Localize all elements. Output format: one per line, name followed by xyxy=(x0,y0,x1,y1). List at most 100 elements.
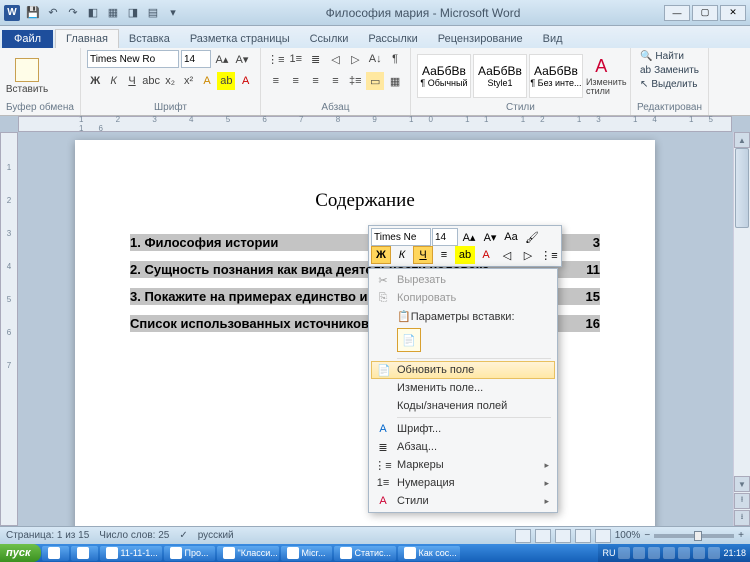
mini-indent-less-button[interactable]: ◁ xyxy=(497,246,517,264)
bold-button[interactable]: Ж xyxy=(87,72,103,90)
taskbar-item[interactable]: Статис... xyxy=(334,546,396,561)
paste-option-1[interactable]: 📄 xyxy=(397,328,421,352)
view-draft-button[interactable] xyxy=(595,529,611,543)
status-words[interactable]: Число слов: 25 xyxy=(99,530,169,541)
style-2[interactable]: АаБбВвStyle1 xyxy=(473,54,527,98)
line-spacing-button[interactable]: ‡≡ xyxy=(346,72,364,90)
menu-font[interactable]: AШрифт... xyxy=(371,420,555,438)
tray-clock[interactable]: 21:18 xyxy=(723,548,746,558)
style-3[interactable]: АаБбВв¶ Без инте... xyxy=(529,54,583,98)
taskbar-item[interactable]: Про... xyxy=(164,546,215,561)
taskbar-item[interactable]: "Класси... xyxy=(217,546,279,561)
tab-insert[interactable]: Вставка xyxy=(119,30,180,48)
increase-indent-button[interactable]: ▷ xyxy=(346,50,364,68)
menu-numbering[interactable]: 1≡Нумерация▸ xyxy=(371,474,555,492)
status-proofing-icon[interactable]: ✓ xyxy=(179,530,187,541)
zoom-level[interactable]: 100% xyxy=(615,530,641,541)
qat-btn-4[interactable]: ◧ xyxy=(84,4,102,22)
underline-button[interactable]: Ч xyxy=(124,72,140,90)
tab-view[interactable]: Вид xyxy=(533,30,573,48)
tray-icon[interactable] xyxy=(708,547,720,559)
scroll-up-button[interactable]: ▲ xyxy=(734,132,750,148)
mini-grow-button[interactable]: A▴ xyxy=(459,228,479,246)
next-page-button[interactable]: ⭳ xyxy=(734,510,750,526)
prev-page-button[interactable]: ⭱ xyxy=(734,493,750,509)
redo-button[interactable]: ↷ xyxy=(64,4,82,22)
zoom-slider[interactable] xyxy=(654,534,734,538)
mini-italic-button[interactable]: К xyxy=(392,246,412,264)
tab-layout[interactable]: Разметка страницы xyxy=(180,30,300,48)
tray-icon[interactable] xyxy=(663,547,675,559)
menu-cut[interactable]: ✂Вырезать xyxy=(371,271,555,289)
mini-shrink-button[interactable]: A▾ xyxy=(480,228,500,246)
mini-align-center-button[interactable]: ≡ xyxy=(434,246,454,264)
multilevel-button[interactable]: ≣ xyxy=(307,50,325,68)
align-left-button[interactable]: ≡ xyxy=(267,72,285,90)
qat-btn-6[interactable]: ◨ xyxy=(124,4,142,22)
mini-font-combo[interactable] xyxy=(371,228,431,246)
font-size-combo[interactable] xyxy=(181,50,211,68)
tray-icon[interactable] xyxy=(618,547,630,559)
align-center-button[interactable]: ≡ xyxy=(287,72,305,90)
close-button[interactable]: ✕ xyxy=(720,5,746,21)
menu-bullets[interactable]: ⋮≡Маркеры▸ xyxy=(371,456,555,474)
mini-font-color-button[interactable]: A xyxy=(476,246,496,264)
taskbar-item[interactable]: Мicr... xyxy=(281,546,332,561)
menu-copy[interactable]: ⎘Копировать xyxy=(371,289,555,307)
styles-gallery[interactable]: АаБбВв¶ Обычный АаБбВвStyle1 АаБбВв¶ Без… xyxy=(417,54,583,98)
undo-button[interactable]: ↶ xyxy=(44,4,62,22)
tab-home[interactable]: Главная xyxy=(55,29,119,48)
text-effects-button[interactable]: A xyxy=(199,72,215,90)
strike-button[interactable]: abc xyxy=(142,72,160,90)
paste-button[interactable]: Вставить xyxy=(6,58,48,95)
tab-file[interactable]: Файл xyxy=(2,30,53,48)
mini-bullets-button[interactable]: ⋮≡ xyxy=(539,246,559,264)
zoom-thumb[interactable] xyxy=(694,531,702,541)
taskbar-item[interactable]: 11-11-1... xyxy=(100,546,162,561)
save-button[interactable]: 💾 xyxy=(24,4,42,22)
find-button[interactable]: 🔍Найти xyxy=(637,50,702,63)
tab-review[interactable]: Рецензирование xyxy=(428,30,533,48)
menu-toggle-codes[interactable]: Коды/значения полей xyxy=(371,397,555,415)
borders-button[interactable]: ▦ xyxy=(386,72,404,90)
status-page[interactable]: Страница: 1 из 15 xyxy=(6,530,89,541)
italic-button[interactable]: К xyxy=(105,72,121,90)
decrease-indent-button[interactable]: ◁ xyxy=(327,50,345,68)
show-marks-button[interactable]: ¶ xyxy=(386,50,404,68)
mini-indent-more-button[interactable]: ▷ xyxy=(518,246,538,264)
grow-font-button[interactable]: A▴ xyxy=(213,50,231,68)
mini-highlight-button[interactable]: ab xyxy=(455,246,475,264)
tray-icon[interactable] xyxy=(678,547,690,559)
tray-icon[interactable] xyxy=(633,547,645,559)
menu-styles[interactable]: AСтили▸ xyxy=(371,492,555,510)
view-web-button[interactable] xyxy=(555,529,571,543)
tray-icon[interactable] xyxy=(648,547,660,559)
quick-launch-2[interactable] xyxy=(71,546,98,561)
qat-btn-5[interactable]: ▦ xyxy=(104,4,122,22)
mini-bold-button[interactable]: Ж xyxy=(371,246,391,264)
tab-references[interactable]: Ссылки xyxy=(300,30,359,48)
font-color-button[interactable]: A xyxy=(237,72,253,90)
taskbar-item[interactable]: Как сос... xyxy=(398,546,460,561)
tray-language[interactable]: RU xyxy=(602,548,615,558)
qat-btn-8[interactable]: ▾ xyxy=(164,4,182,22)
select-button[interactable]: ↖Выделить xyxy=(637,78,702,91)
bullets-button[interactable]: ⋮≡ xyxy=(267,50,285,68)
subscript-button[interactable]: x₂ xyxy=(162,72,178,90)
status-language[interactable]: русский xyxy=(198,530,234,541)
change-styles-button[interactable]: A Изменить стили xyxy=(586,56,627,96)
view-outline-button[interactable] xyxy=(575,529,591,543)
tab-mailings[interactable]: Рассылки xyxy=(358,30,427,48)
zoom-in-button[interactable]: + xyxy=(738,530,744,541)
align-right-button[interactable]: ≡ xyxy=(307,72,325,90)
menu-edit-field[interactable]: Изменить поле... xyxy=(371,379,555,397)
minimize-button[interactable]: — xyxy=(664,5,690,21)
mini-format-painter-button[interactable]: 🖌 xyxy=(522,228,542,246)
font-name-combo[interactable] xyxy=(87,50,179,68)
horizontal-ruler[interactable]: 1 2 3 4 5 6 7 8 9 10 11 12 13 14 15 16 xyxy=(18,116,732,132)
zoom-out-button[interactable]: − xyxy=(644,530,650,541)
scroll-thumb[interactable] xyxy=(735,148,749,228)
numbering-button[interactable]: 1≡ xyxy=(287,50,305,68)
maximize-button[interactable]: ▢ xyxy=(692,5,718,21)
view-print-layout-button[interactable] xyxy=(515,529,531,543)
